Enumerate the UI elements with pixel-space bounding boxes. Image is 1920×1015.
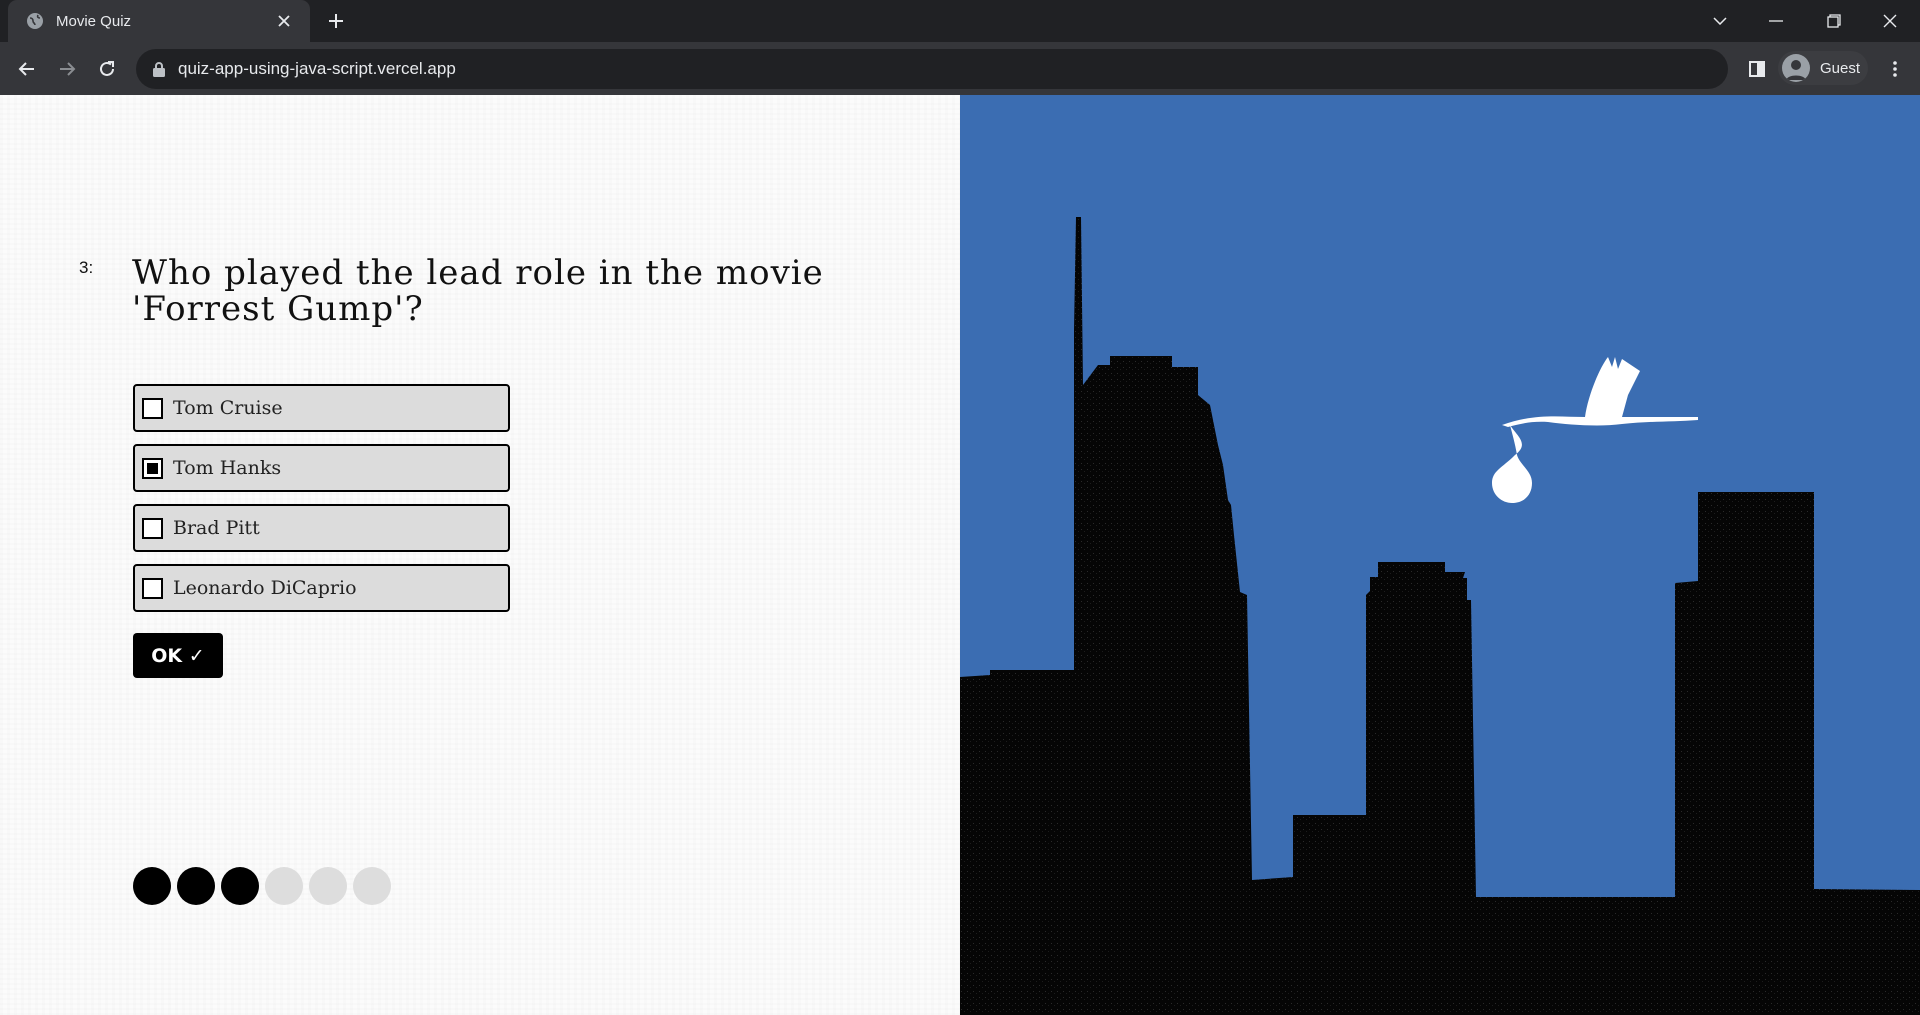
quiz-panel: 3: Who played the lead role in the movie… <box>0 95 960 1015</box>
progress-dot-complete <box>133 867 171 905</box>
forward-icon[interactable] <box>52 54 82 84</box>
progress-dot-pending <box>353 867 391 905</box>
answer-options: Tom Cruise Tom Hanks Brad Pitt Leonardo … <box>133 384 510 624</box>
skyline-artwork <box>960 217 1920 1015</box>
option-checkbox[interactable] <box>142 457 163 479</box>
option-leonardo-dicaprio[interactable]: Leonardo DiCaprio <box>133 564 510 612</box>
progress-dot-pending <box>309 867 347 905</box>
option-checkbox[interactable] <box>142 397 163 419</box>
globe-icon <box>26 12 44 30</box>
option-label: Tom Cruise <box>173 397 283 419</box>
browser-toolbar: quiz-app-using-java-script.vercel.app Gu… <box>0 42 1920 95</box>
option-checkbox[interactable] <box>142 577 163 599</box>
restore-icon[interactable] <box>1806 0 1862 42</box>
minimize-icon[interactable] <box>1748 0 1804 42</box>
url-text: quiz-app-using-java-script.vercel.app <box>178 59 456 78</box>
city-skyline <box>960 217 1920 1015</box>
stork-icon <box>1492 357 1698 503</box>
avatar-icon <box>1782 54 1810 82</box>
menu-icon[interactable] <box>1880 54 1910 84</box>
tab-title: Movie Quiz <box>56 12 132 30</box>
progress-dot-pending <box>265 867 303 905</box>
reload-icon[interactable] <box>92 54 122 84</box>
option-label: Brad Pitt <box>173 517 260 539</box>
skyline-illustration <box>960 95 1920 1015</box>
option-label: Tom Hanks <box>173 457 282 479</box>
progress-dot-complete <box>177 867 215 905</box>
ok-button[interactable]: OK ✓ <box>133 633 223 678</box>
option-brad-pitt[interactable]: Brad Pitt <box>133 504 510 552</box>
back-icon[interactable] <box>12 54 42 84</box>
profile-button[interactable]: Guest <box>1778 51 1868 85</box>
progress-dots <box>133 867 397 905</box>
lock-icon[interactable] <box>152 61 166 77</box>
close-tab-icon[interactable] <box>270 7 298 35</box>
tab-bar: Movie Quiz <box>0 0 1920 42</box>
side-panel-icon[interactable] <box>1742 54 1772 84</box>
tab-search-icon[interactable] <box>1692 0 1748 42</box>
option-checkbox[interactable] <box>142 517 163 539</box>
option-tom-cruise[interactable]: Tom Cruise <box>133 384 510 432</box>
question-number: 3: <box>79 258 94 277</box>
close-window-icon[interactable] <box>1862 0 1918 42</box>
progress-dot-complete <box>221 867 259 905</box>
question-text: Who played the lead role in the movie 'F… <box>132 253 824 329</box>
option-label: Leonardo DiCaprio <box>173 577 357 599</box>
tab-movie-quiz[interactable]: Movie Quiz <box>8 0 310 42</box>
option-tom-hanks[interactable]: Tom Hanks <box>133 444 510 492</box>
page-content: 3: Who played the lead role in the movie… <box>0 95 1920 1015</box>
address-bar[interactable]: quiz-app-using-java-script.vercel.app <box>136 49 1728 89</box>
new-tab-button[interactable] <box>322 7 350 35</box>
profile-label: Guest <box>1820 59 1861 77</box>
